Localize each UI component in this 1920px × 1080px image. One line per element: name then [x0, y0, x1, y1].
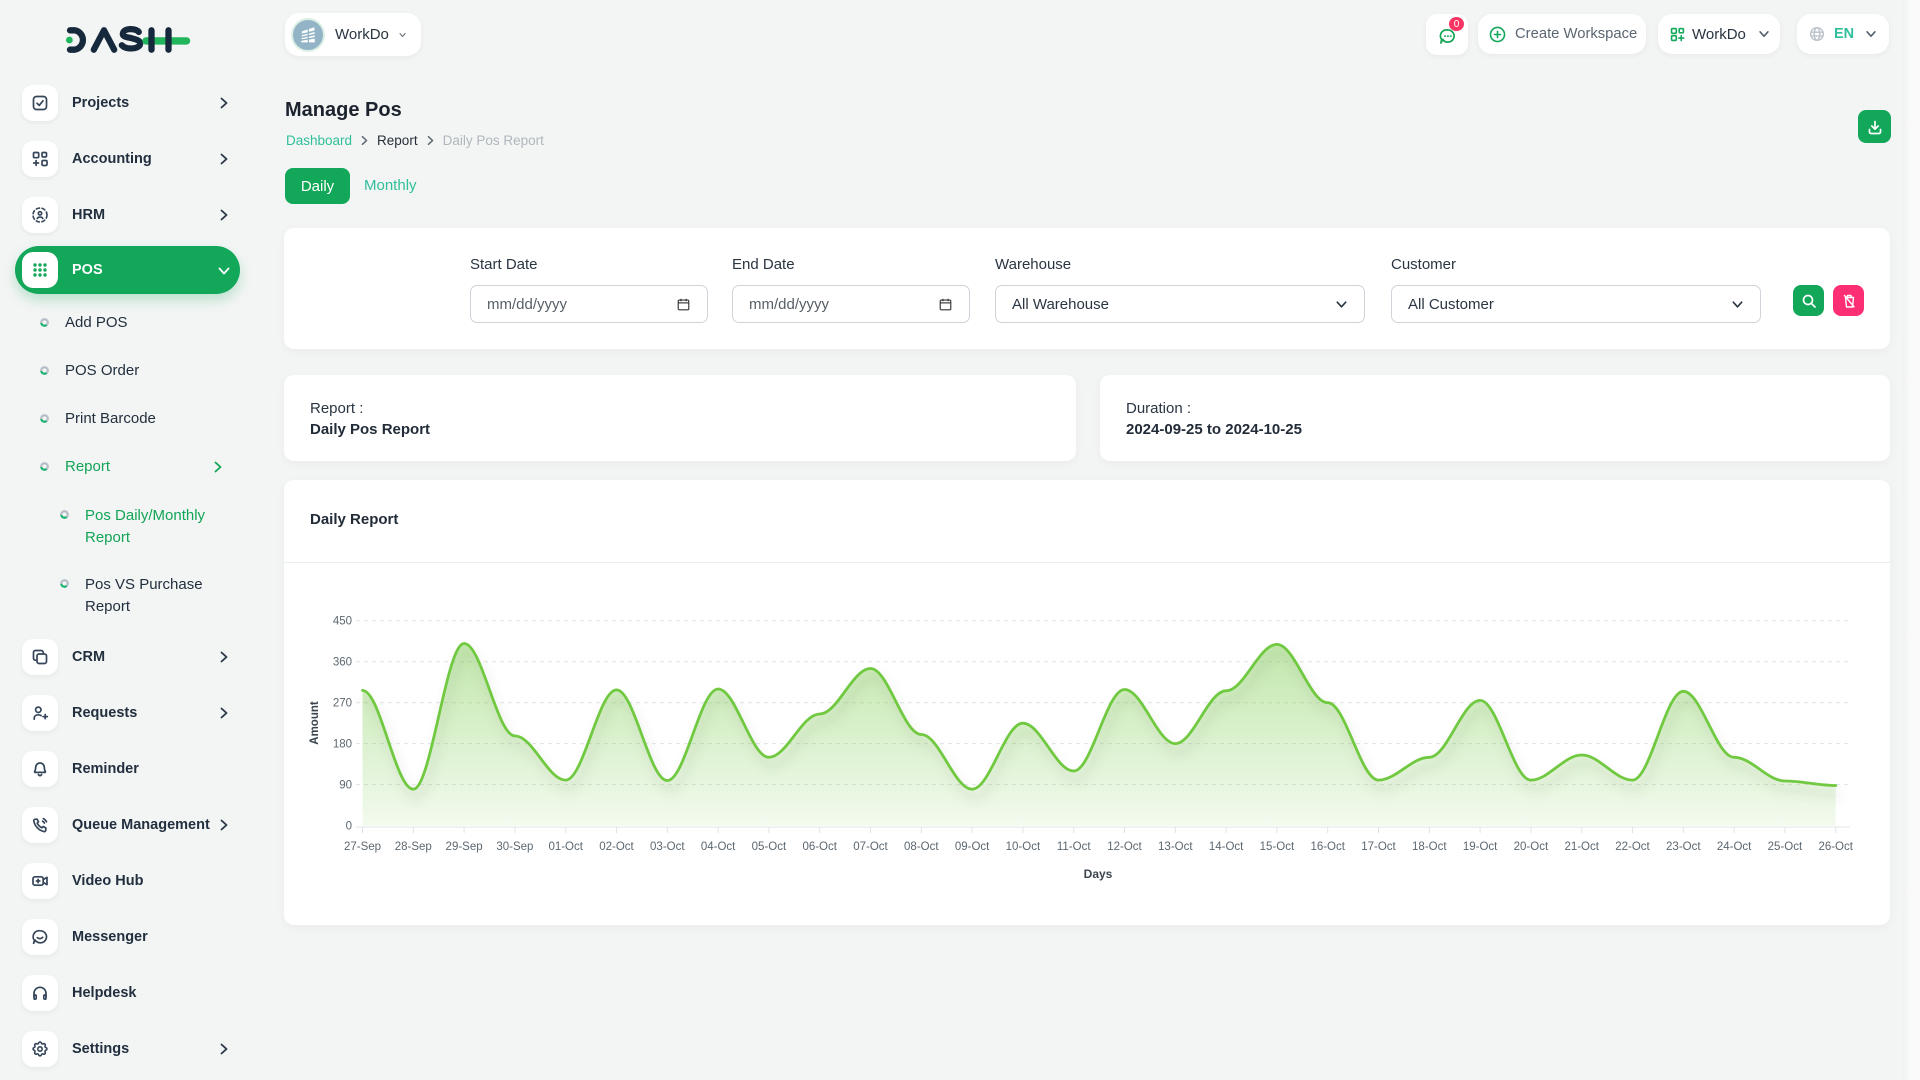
svg-text:30-Sep: 30-Sep — [496, 841, 533, 853]
svg-text:06-Oct: 06-Oct — [802, 841, 837, 853]
svg-text:08-Oct: 08-Oct — [904, 841, 939, 853]
svg-text:23-Oct: 23-Oct — [1666, 841, 1701, 853]
svg-text:09-Oct: 09-Oct — [955, 841, 990, 853]
svg-text:27-Sep: 27-Sep — [344, 841, 381, 853]
svg-text:450: 450 — [333, 616, 352, 628]
svg-text:13-Oct: 13-Oct — [1158, 841, 1193, 853]
svg-text:22-Oct: 22-Oct — [1615, 841, 1650, 853]
svg-text:12-Oct: 12-Oct — [1107, 841, 1142, 853]
svg-text:11-Oct: 11-Oct — [1057, 841, 1091, 853]
svg-text:07-Oct: 07-Oct — [853, 841, 888, 853]
svg-text:270: 270 — [333, 698, 352, 710]
svg-text:Amount: Amount — [309, 701, 321, 745]
svg-text:90: 90 — [339, 780, 352, 792]
svg-text:01-Oct: 01-Oct — [548, 841, 583, 853]
svg-text:16-Oct: 16-Oct — [1310, 841, 1345, 853]
svg-text:02-Oct: 02-Oct — [599, 841, 634, 853]
svg-text:180: 180 — [333, 739, 352, 751]
svg-text:24-Oct: 24-Oct — [1717, 841, 1752, 853]
svg-text:360: 360 — [333, 657, 352, 669]
svg-text:25-Oct: 25-Oct — [1768, 841, 1803, 853]
svg-text:0: 0 — [346, 821, 352, 833]
svg-text:18-Oct: 18-Oct — [1412, 841, 1447, 853]
svg-text:29-Sep: 29-Sep — [446, 841, 483, 853]
svg-text:17-Oct: 17-Oct — [1361, 841, 1396, 853]
svg-text:26-Oct: 26-Oct — [1818, 841, 1853, 853]
svg-text:14-Oct: 14-Oct — [1209, 841, 1244, 853]
svg-text:28-Sep: 28-Sep — [395, 841, 432, 853]
svg-text:03-Oct: 03-Oct — [650, 841, 685, 853]
svg-text:04-Oct: 04-Oct — [701, 841, 736, 853]
svg-text:15-Oct: 15-Oct — [1260, 841, 1295, 853]
svg-text:Days: Days — [1084, 867, 1113, 881]
svg-text:19-Oct: 19-Oct — [1463, 841, 1498, 853]
svg-text:05-Oct: 05-Oct — [752, 841, 787, 853]
svg-text:20-Oct: 20-Oct — [1514, 841, 1549, 853]
svg-text:21-Oct: 21-Oct — [1564, 841, 1599, 853]
svg-text:10-Oct: 10-Oct — [1006, 841, 1041, 853]
